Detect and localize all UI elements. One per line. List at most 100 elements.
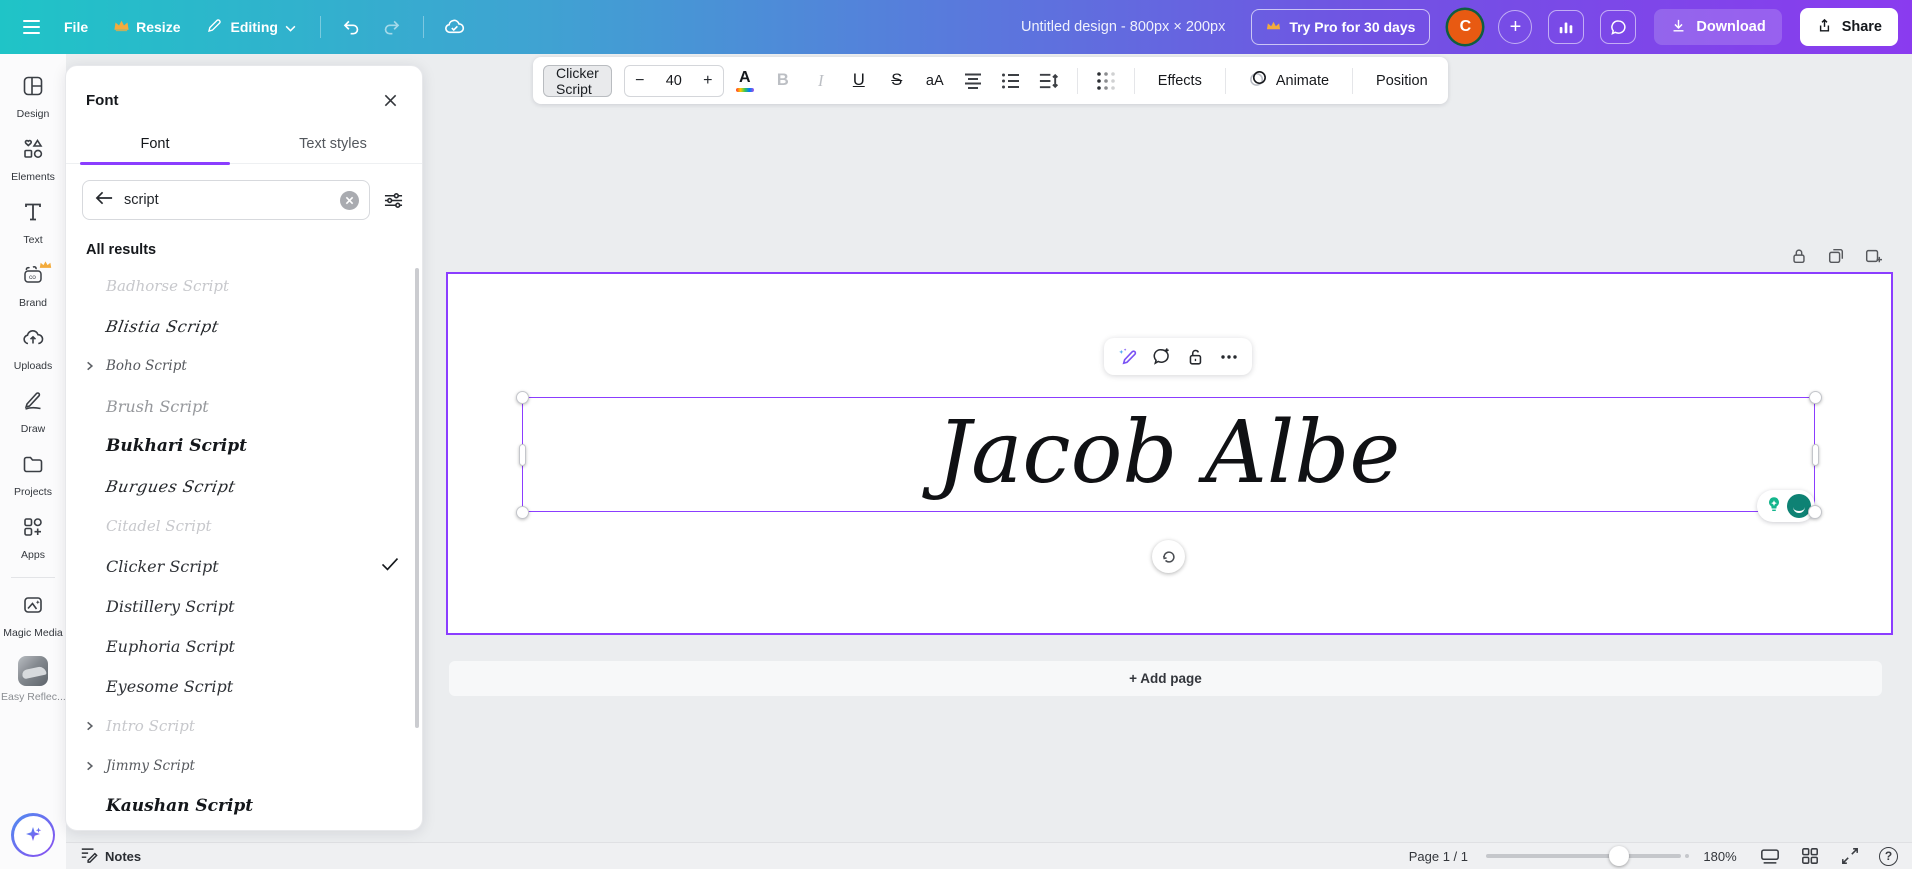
- file-menu-button[interactable]: File: [54, 11, 98, 43]
- back-arrow-icon[interactable]: [95, 190, 114, 211]
- sidebar-item-elements[interactable]: Elements: [2, 129, 64, 192]
- sidebar-item-design[interactable]: Design: [2, 66, 64, 129]
- rotate-handle[interactable]: [1152, 540, 1185, 573]
- font-search-input[interactable]: [124, 192, 330, 208]
- download-button[interactable]: Download: [1654, 9, 1782, 45]
- avatar[interactable]: C: [1448, 10, 1483, 44]
- increase-font-size-button[interactable]: +: [693, 72, 723, 90]
- sidebar: Design Elements Text co Brand Uploads Dr…: [0, 54, 66, 869]
- try-pro-button[interactable]: Try Pro for 30 days: [1251, 9, 1431, 45]
- text-case-button[interactable]: aA: [918, 64, 952, 98]
- grid-view-icon[interactable]: [1799, 845, 1821, 867]
- add-page-button[interactable]: + Add page: [449, 661, 1882, 696]
- list-button[interactable]: [994, 64, 1028, 98]
- chevron-right-icon[interactable]: [78, 360, 100, 372]
- position-button[interactable]: Position: [1364, 73, 1440, 89]
- font-filter-icon[interactable]: [378, 185, 408, 215]
- chevron-right-icon[interactable]: [78, 720, 100, 732]
- zoom-slider-thumb[interactable]: [1608, 846, 1629, 866]
- add-member-button[interactable]: +: [1498, 10, 1533, 44]
- cloud-save-status-icon[interactable]: [438, 10, 472, 44]
- text-color-button[interactable]: A: [728, 64, 762, 98]
- font-list-item[interactable]: Badhorse Script: [66, 266, 422, 306]
- sidebar-item-magic-media[interactable]: Magic Media: [2, 585, 64, 648]
- sidebar-label: Text: [23, 234, 43, 246]
- ai-assistant-button[interactable]: [11, 813, 55, 857]
- elements-icon: [21, 137, 45, 166]
- sidebar-item-brand[interactable]: co Brand: [2, 255, 64, 318]
- font-list-item[interactable]: Intro Script: [66, 706, 422, 746]
- chevron-right-icon[interactable]: [78, 760, 100, 772]
- font-list-item[interactable]: Distillery Script: [66, 586, 422, 626]
- resize-handle-bottom-left[interactable]: [516, 506, 529, 519]
- decrease-font-size-button[interactable]: −: [625, 72, 655, 90]
- tab-text-styles[interactable]: Text styles: [244, 126, 422, 164]
- sidebar-item-uploads[interactable]: Uploads: [2, 318, 64, 381]
- canvas-text[interactable]: Jacob Albe: [937, 403, 1401, 503]
- font-list-item[interactable]: Boho Script: [66, 346, 422, 386]
- editing-mode-button[interactable]: Editing: [196, 9, 305, 45]
- italic-button[interactable]: I: [804, 64, 838, 98]
- close-icon[interactable]: [376, 86, 404, 114]
- font-family-button[interactable]: Clicker Script: [543, 64, 612, 97]
- sidebar-item-text[interactable]: Text: [2, 192, 64, 255]
- zoom-slider[interactable]: [1486, 846, 1689, 866]
- font-list-item[interactable]: Blistia Script: [66, 306, 422, 346]
- font-list-item[interactable]: Kaushan Script: [66, 786, 422, 826]
- font-list-item[interactable]: Jimmy Script: [66, 746, 422, 786]
- lock-page-icon[interactable]: [1788, 245, 1810, 267]
- resize-handle-top-right[interactable]: [1809, 391, 1822, 404]
- animate-button[interactable]: Animate: [1237, 69, 1341, 92]
- scrollbar[interactable]: [415, 268, 419, 728]
- help-icon[interactable]: ?: [1879, 846, 1898, 866]
- comment-add-icon[interactable]: [1146, 342, 1176, 372]
- fullscreen-icon[interactable]: [1839, 845, 1861, 867]
- resize-handle-right[interactable]: [1812, 444, 1819, 466]
- sidebar-item-draw[interactable]: Draw: [2, 381, 64, 444]
- main-menu-button[interactable]: [14, 10, 48, 44]
- notes-button[interactable]: Notes: [80, 846, 141, 866]
- underline-button[interactable]: U: [842, 64, 876, 98]
- font-list-item[interactable]: Burgues Script: [66, 466, 422, 506]
- add-page-icon[interactable]: [1862, 245, 1884, 267]
- font-list-item[interactable]: Euphoria Script: [66, 626, 422, 666]
- lock-icon[interactable]: [1180, 342, 1210, 372]
- animate-icon: [1249, 69, 1268, 92]
- clear-search-icon[interactable]: [340, 190, 359, 210]
- download-label: Download: [1696, 19, 1766, 35]
- resize-button[interactable]: Resize: [104, 11, 190, 43]
- undo-button[interactable]: [335, 10, 369, 44]
- font-list-item[interactable]: Citadel Script: [66, 506, 422, 546]
- font-list-item[interactable]: Brush Script: [66, 386, 422, 426]
- sidebar-label: Apps: [21, 549, 45, 561]
- effects-button[interactable]: Effects: [1146, 73, 1214, 89]
- redo-button[interactable]: [375, 10, 409, 44]
- insights-button[interactable]: [1548, 10, 1585, 44]
- resize-handle-bottom-right[interactable]: [1808, 505, 1822, 519]
- alignment-button[interactable]: [956, 64, 990, 98]
- resize-handle-left[interactable]: [519, 444, 526, 466]
- pages-view-icon[interactable]: [1759, 845, 1781, 867]
- sidebar-item-easy-reflections[interactable]: Easy Reflec...: [1, 648, 65, 712]
- apps-icon: [21, 515, 45, 544]
- magic-write-icon[interactable]: [1112, 342, 1142, 372]
- font-list-item[interactable]: Bukhari Script: [66, 426, 422, 466]
- duplicate-page-icon[interactable]: [1825, 245, 1847, 267]
- spacing-button[interactable]: [1032, 64, 1066, 98]
- strikethrough-button[interactable]: S: [880, 64, 914, 98]
- font-size-value[interactable]: 40: [655, 73, 693, 89]
- sidebar-item-apps[interactable]: Apps: [2, 507, 64, 570]
- more-options-icon[interactable]: [1214, 342, 1244, 372]
- font-list-item[interactable]: Eyesome Script: [66, 666, 422, 706]
- resize-handle-top-left[interactable]: [516, 391, 529, 404]
- font-list-item[interactable]: Clicker Script: [66, 546, 422, 586]
- sidebar-item-projects[interactable]: Projects: [2, 444, 64, 507]
- design-title[interactable]: Untitled design - 800px × 200px: [1021, 19, 1225, 35]
- transparency-button[interactable]: [1089, 64, 1123, 98]
- writing-assistant-pill[interactable]: [1757, 490, 1815, 522]
- tab-font[interactable]: Font: [66, 126, 244, 164]
- comments-button[interactable]: [1600, 10, 1637, 44]
- share-button[interactable]: Share: [1799, 8, 1898, 46]
- bold-button[interactable]: B: [766, 64, 800, 98]
- text-element-selection[interactable]: Jacob Albe: [522, 397, 1815, 512]
